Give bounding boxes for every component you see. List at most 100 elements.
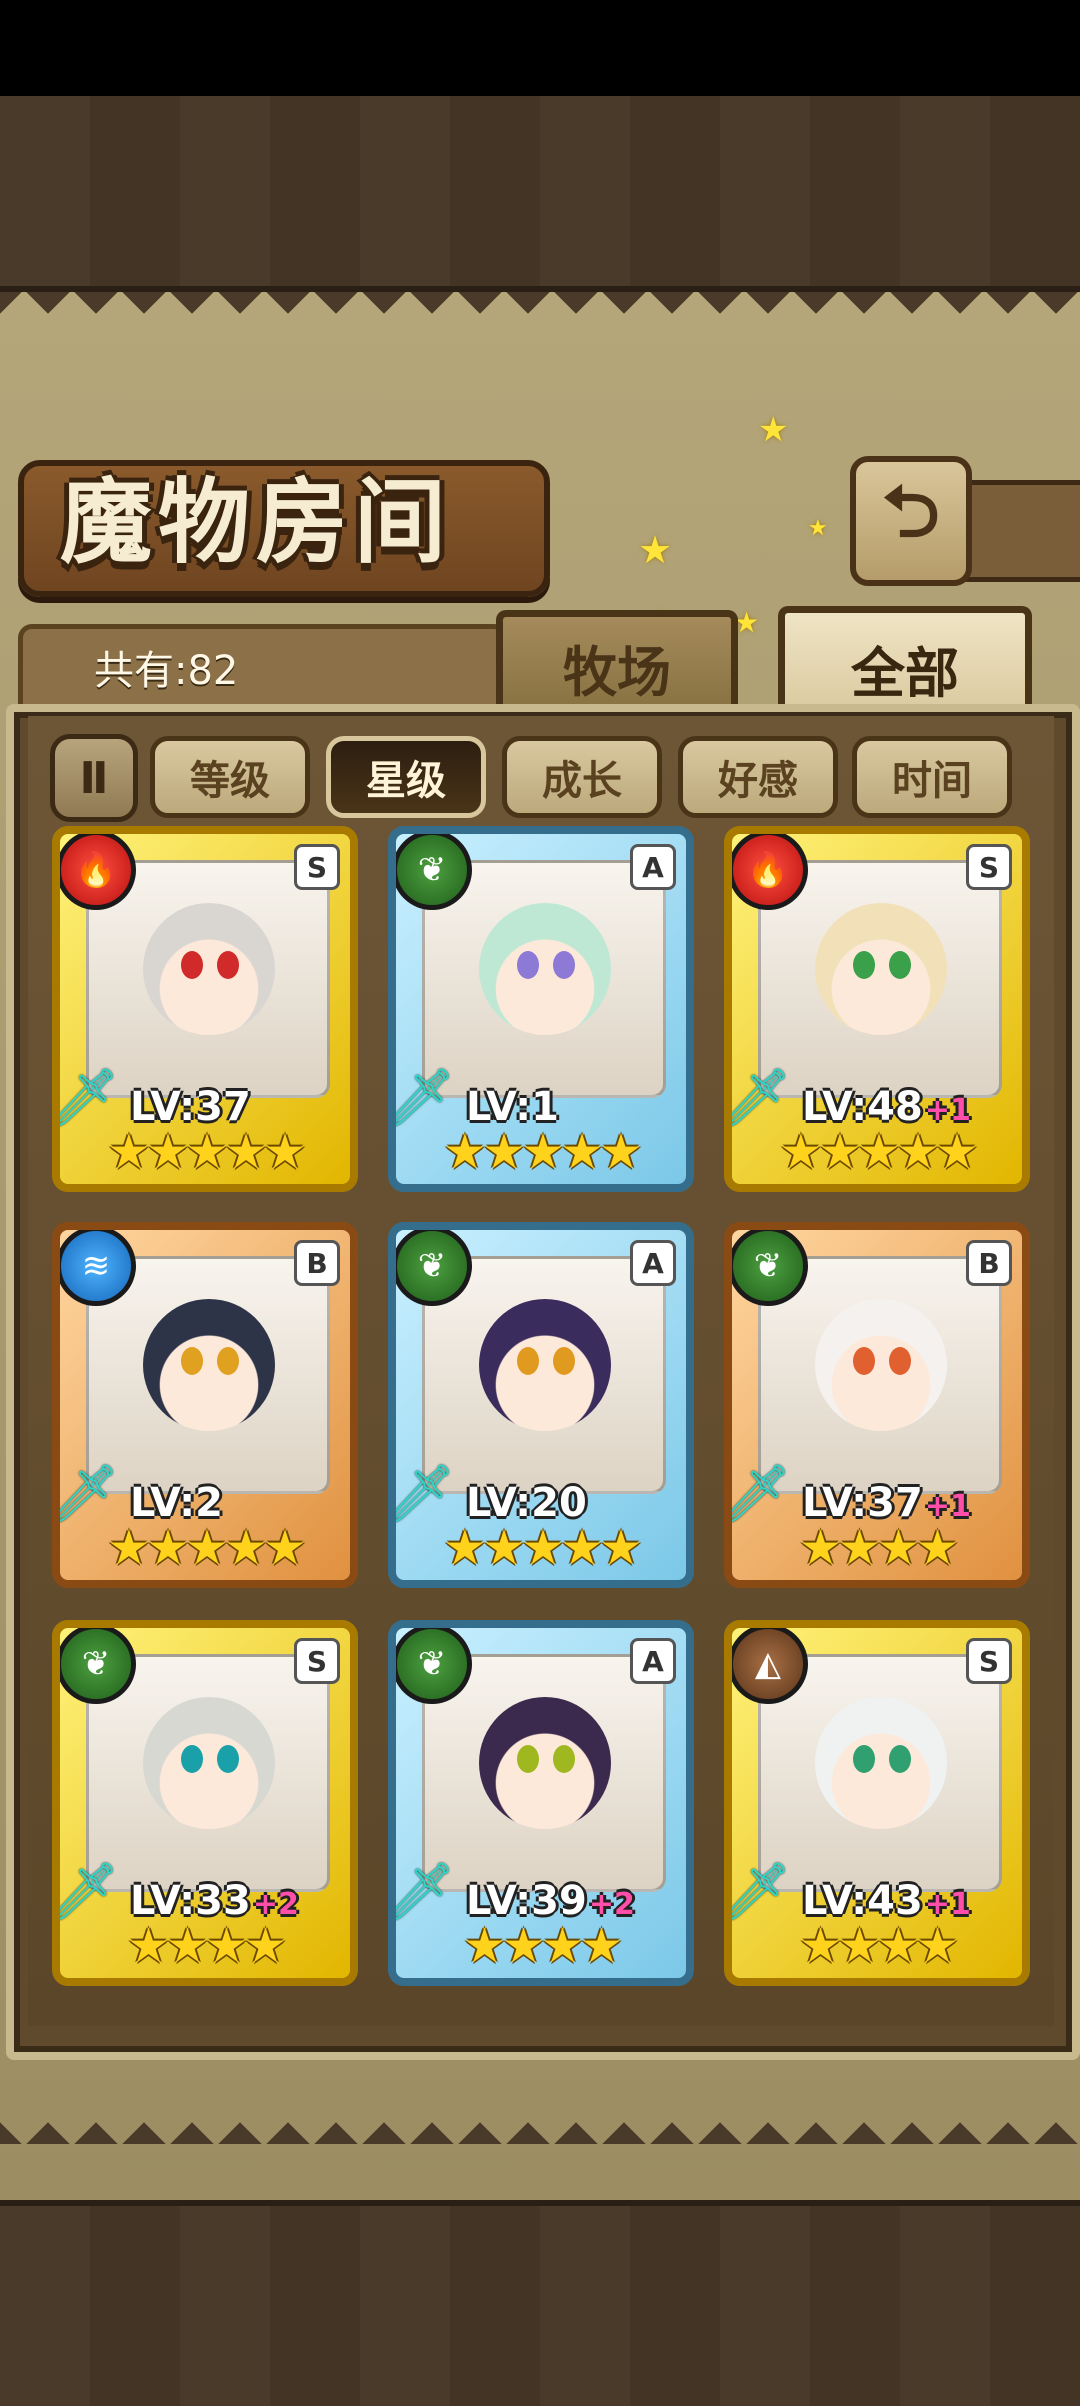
star-icon: ★ — [857, 1124, 900, 1180]
sort-by-growth-button[interactable]: 成长 — [502, 736, 662, 818]
monster-eye — [853, 1347, 875, 1375]
star-icon: ★ — [224, 1124, 268, 1180]
star-icon: ★ — [244, 1918, 287, 1974]
rank-badge: S — [294, 1638, 340, 1684]
star-rating: ★★★★ — [732, 1918, 1022, 1974]
sort-order-toggle[interactable]: Ⅱ — [50, 734, 138, 822]
star-icon: ★ — [916, 1918, 959, 1974]
monster-card[interactable]: ❦ A 🗡 LV:1 ★★★★★ — [388, 826, 694, 1192]
star-icon: ★ — [462, 1918, 506, 1974]
sparkle-star-icon: ★ — [758, 410, 789, 450]
level-bonus: +1 — [924, 1489, 971, 1524]
rank-badge: S — [294, 844, 340, 890]
leaf-element-icon: ❦ — [396, 1628, 472, 1704]
star-icon: ★ — [443, 1124, 486, 1180]
star-icon: ★ — [896, 1124, 940, 1180]
level-bonus: +1 — [924, 1093, 971, 1128]
star-icon: ★ — [185, 1520, 228, 1576]
monster-eye — [217, 1745, 239, 1773]
star-icon: ★ — [877, 1520, 920, 1576]
monster-face — [815, 1697, 947, 1829]
star-icon: ★ — [580, 1918, 623, 1974]
sort-by-level-button[interactable]: 等级 — [150, 736, 310, 818]
sparkle-star-icon: ★ — [808, 516, 828, 541]
wood-footer-background — [0, 2200, 1080, 2406]
star-rating: ★★★★★ — [396, 1124, 686, 1180]
zigzag-border-bottom — [0, 2104, 1080, 2144]
star-icon: ★ — [482, 1520, 525, 1576]
star-rating: ★★★★★ — [60, 1520, 350, 1576]
rank-badge: S — [966, 1638, 1012, 1684]
monster-eye — [889, 1347, 911, 1375]
leaf-element-icon: ❦ — [732, 1230, 808, 1306]
monster-card[interactable]: 🔥 S 🗡 LV:37 ★★★★★ — [52, 826, 358, 1192]
monster-count: 共有:82 — [94, 648, 239, 694]
rank-badge: A — [630, 1240, 676, 1286]
monster-card[interactable]: ❦ A 🗡 LV:39+2 ★★★★ — [388, 1620, 694, 1986]
monster-face — [143, 903, 275, 1035]
monster-eye — [217, 951, 239, 979]
star-icon: ★ — [877, 1918, 920, 1974]
monster-eye — [181, 1347, 203, 1375]
rank-badge: B — [294, 1240, 340, 1286]
sort-by-time-button[interactable]: 时间 — [852, 736, 1012, 818]
star-icon: ★ — [798, 1520, 842, 1576]
star-rating: ★★★★★ — [396, 1520, 686, 1576]
star-icon: ★ — [560, 1124, 604, 1180]
monster-eye — [889, 951, 911, 979]
leaf-element-icon: ❦ — [396, 834, 472, 910]
star-icon: ★ — [818, 1124, 861, 1180]
star-icon: ★ — [165, 1918, 209, 1974]
star-icon: ★ — [521, 1124, 564, 1180]
star-icon: ★ — [599, 1520, 643, 1576]
sort-by-affection-button[interactable]: 好感 — [678, 736, 838, 818]
monster-card[interactable]: ◭ S 🗡 LV:43+1 ★★★★ — [724, 1620, 1030, 1986]
star-icon: ★ — [146, 1124, 189, 1180]
monster-card[interactable]: 🔥 S 🗡 LV:48+1 ★★★★★ — [724, 826, 1030, 1192]
sort-by-star-button[interactable]: 星级 — [326, 736, 486, 818]
monster-eye — [889, 1745, 911, 1773]
star-rating: ★★★★★ — [732, 1124, 1022, 1180]
level-bonus: +2 — [588, 1887, 635, 1922]
monster-face — [479, 1697, 611, 1829]
star-rating: ★★★★ — [396, 1918, 686, 1974]
monster-face — [815, 1299, 947, 1431]
star-icon: ★ — [107, 1520, 150, 1576]
monster-face — [479, 903, 611, 1035]
sparkle-star-icon: ★ — [638, 528, 673, 572]
star-icon: ★ — [185, 1124, 228, 1180]
monster-eye — [217, 1347, 239, 1375]
monster-card[interactable]: ❦ B 🗡 LV:37+1 ★★★★ — [724, 1222, 1030, 1588]
back-arrow-icon: ⮌ — [882, 469, 940, 553]
star-icon: ★ — [935, 1124, 979, 1180]
leaf-element-icon: ❦ — [396, 1230, 472, 1306]
monster-card[interactable]: ≋ B 🗡 LV:2 ★★★★★ — [52, 1222, 358, 1588]
monster-eye — [181, 951, 203, 979]
monster-eye — [553, 1745, 575, 1773]
star-icon: ★ — [146, 1520, 189, 1576]
rank-badge: B — [966, 1240, 1012, 1286]
star-icon: ★ — [443, 1520, 486, 1576]
monster-card[interactable]: ❦ A 🗡 LV:20 ★★★★★ — [388, 1222, 694, 1588]
monster-face — [143, 1299, 275, 1431]
star-icon: ★ — [263, 1124, 307, 1180]
monster-eye — [553, 1347, 575, 1375]
star-icon: ★ — [521, 1520, 564, 1576]
monster-card[interactable]: ❦ S 🗡 LV:33+2 ★★★★ — [52, 1620, 358, 1986]
monster-eye — [853, 1745, 875, 1773]
zigzag-border-top — [0, 292, 1080, 332]
monster-eye — [517, 951, 539, 979]
star-icon: ★ — [126, 1918, 170, 1974]
back-button[interactable]: ⮌ — [850, 456, 972, 586]
star-icon: ★ — [837, 1520, 881, 1576]
star-icon: ★ — [916, 1520, 959, 1576]
level-bonus: +1 — [924, 1887, 971, 1922]
tab-all-label: 全部 — [851, 641, 959, 705]
star-icon: ★ — [263, 1520, 307, 1576]
tab-ranch[interactable]: 牧场 — [496, 610, 738, 717]
sort-label: 好感 — [718, 758, 798, 804]
level-bonus: +2 — [252, 1887, 299, 1922]
star-icon: ★ — [779, 1124, 822, 1180]
tab-ranch-label: 牧场 — [563, 640, 671, 704]
star-rating: ★★★★ — [60, 1918, 350, 1974]
